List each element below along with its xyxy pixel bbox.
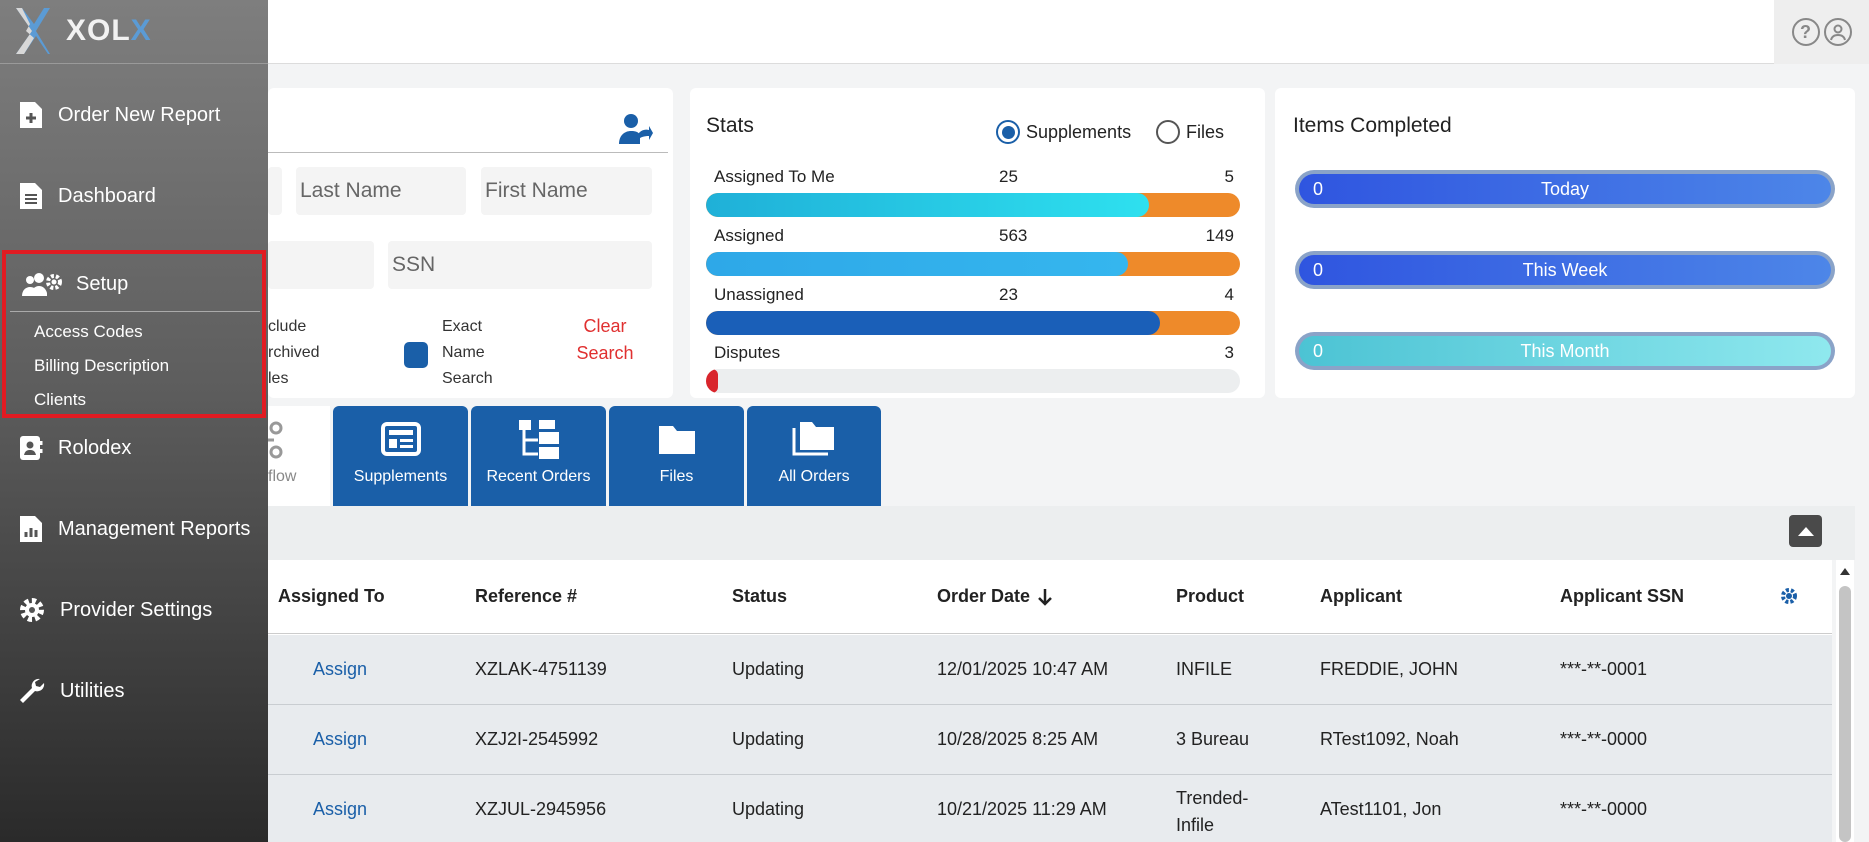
table-row[interactable]: Assign XZJ2I-2545992 Updating 10/28/2025…	[268, 705, 1832, 775]
ssn-input[interactable]: SSN	[388, 241, 652, 289]
exact-name-search-checkbox[interactable]	[404, 342, 428, 368]
sidebar-item-setup[interactable]: Setup	[10, 258, 260, 312]
last-name-input[interactable]: Last Name	[296, 167, 466, 215]
radio-unselected-icon	[1156, 120, 1180, 144]
sidebar-subitem-billing-description[interactable]: Billing Description	[34, 356, 169, 376]
sidebar-item-management-reports[interactable]: Management Reports	[18, 515, 250, 543]
first-name-input[interactable]: First Name	[481, 167, 652, 215]
table-row[interactable]: Assign XZLAK-4751139 Updating 12/01/2025…	[268, 635, 1832, 705]
stats-title: Stats	[706, 114, 754, 137]
collapse-panel-button[interactable]	[1789, 515, 1822, 547]
table-scrollbar[interactable]	[1836, 560, 1854, 842]
sidebar-item-utilities[interactable]: Utilities	[18, 677, 124, 705]
folder-icon	[658, 426, 695, 454]
users-gear-icon	[22, 273, 62, 296]
sidebar-item-order-new-report[interactable]: Order New Report	[18, 101, 220, 129]
top-bar: ?	[0, 0, 1869, 64]
contact-card-icon	[20, 436, 43, 460]
completed-today-pill[interactable]: 0 Today	[1295, 170, 1835, 208]
sort-descending-icon	[1038, 588, 1052, 606]
sidebar-item-dashboard[interactable]: Dashboard	[18, 182, 156, 210]
column-order-date[interactable]: Order Date	[937, 586, 1052, 607]
items-completed-card: Items Completed 0 Today 0 This Week 0 Th…	[1275, 88, 1855, 398]
gear-icon[interactable]	[1779, 586, 1799, 606]
logo[interactable]: XOLX	[0, 0, 268, 64]
wrench-icon	[20, 678, 45, 703]
sidebar-subitem-clients[interactable]: Clients	[34, 390, 86, 410]
sidebar-item-rolodex[interactable]: Rolodex	[18, 434, 131, 462]
sidebar: XOLX Order New Report Dashboard Setup Ac…	[0, 0, 268, 842]
table-toolbar	[268, 506, 1855, 560]
document-icon	[20, 183, 42, 209]
top-bar-actions: ?	[1774, 0, 1869, 64]
gear-icon	[20, 598, 44, 622]
reassign-user-icon[interactable]	[619, 112, 653, 146]
sidebar-item-provider-settings[interactable]: Provider Settings	[18, 596, 212, 624]
column-status[interactable]: Status	[732, 586, 787, 607]
stat-bar	[706, 193, 1240, 217]
workflow-icon	[268, 421, 283, 459]
xolx-logo-icon	[16, 8, 50, 54]
stat-bar	[706, 252, 1240, 276]
column-product[interactable]: Product	[1176, 586, 1244, 607]
clear-search-link[interactable]: Clear Search	[570, 313, 640, 367]
radio-selected-icon	[996, 120, 1020, 144]
file-plus-icon	[20, 102, 42, 128]
items-completed-title: Items Completed	[1293, 114, 1452, 137]
include-archived-label[interactable]: clude rchived les	[268, 314, 320, 392]
supplements-icon	[380, 422, 421, 456]
assign-link[interactable]: Assign	[313, 799, 367, 820]
middle-name-input-partial[interactable]	[268, 167, 282, 215]
tab-recent-orders[interactable]: Recent Orders	[471, 406, 606, 506]
table-header: Assigned To Reference # Status Order Dat…	[268, 560, 1832, 634]
search-card: Last Name First Name SSN clude rchived l…	[268, 88, 673, 398]
column-applicant-ssn[interactable]: Applicant SSN	[1560, 586, 1684, 607]
assign-link[interactable]: Assign	[313, 729, 367, 750]
orders-table: Assigned To Reference # Status Order Dat…	[268, 560, 1832, 842]
scroll-up-icon[interactable]	[1840, 568, 1850, 575]
completed-this-month-pill[interactable]: 0 This Month	[1295, 332, 1835, 370]
assign-link[interactable]: Assign	[313, 659, 367, 680]
files-radio[interactable]: Files	[1156, 120, 1224, 144]
help-icon[interactable]: ?	[1791, 18, 1820, 46]
folders-icon	[792, 422, 834, 456]
setup-highlight-box: Setup Access Codes Billing Description C…	[2, 250, 266, 418]
report-chart-icon	[20, 516, 42, 542]
stats-card: Stats Supplements Files Assigned To Me 2…	[690, 88, 1265, 398]
column-assigned-to[interactable]: Assigned To	[278, 586, 385, 607]
dob-input-partial[interactable]	[268, 241, 374, 289]
completed-this-week-pill[interactable]: 0 This Week	[1295, 251, 1835, 289]
tab-files[interactable]: Files	[609, 406, 744, 506]
tab-supplements[interactable]: Supplements	[333, 406, 468, 506]
logo-text: XOLX	[66, 14, 152, 47]
supplements-radio[interactable]: Supplements	[996, 120, 1131, 144]
folder-tree-icon	[518, 420, 559, 459]
column-reference[interactable]: Reference #	[475, 586, 577, 607]
table-row[interactable]: Assign XZJUL-2945956 Updating 10/21/2025…	[268, 775, 1832, 842]
user-account-icon[interactable]	[1823, 18, 1852, 46]
stat-bar	[706, 311, 1240, 335]
scroll-thumb[interactable]	[1839, 586, 1851, 842]
search-divider	[268, 152, 668, 153]
tab-workflow[interactable]: flow	[268, 406, 330, 506]
exact-name-search-label: Exact Name Search	[442, 318, 493, 387]
stat-bar	[706, 369, 1240, 393]
tab-all-orders[interactable]: All Orders	[747, 406, 881, 506]
sidebar-subitem-access-codes[interactable]: Access Codes	[34, 322, 143, 342]
column-applicant[interactable]: Applicant	[1320, 586, 1402, 607]
